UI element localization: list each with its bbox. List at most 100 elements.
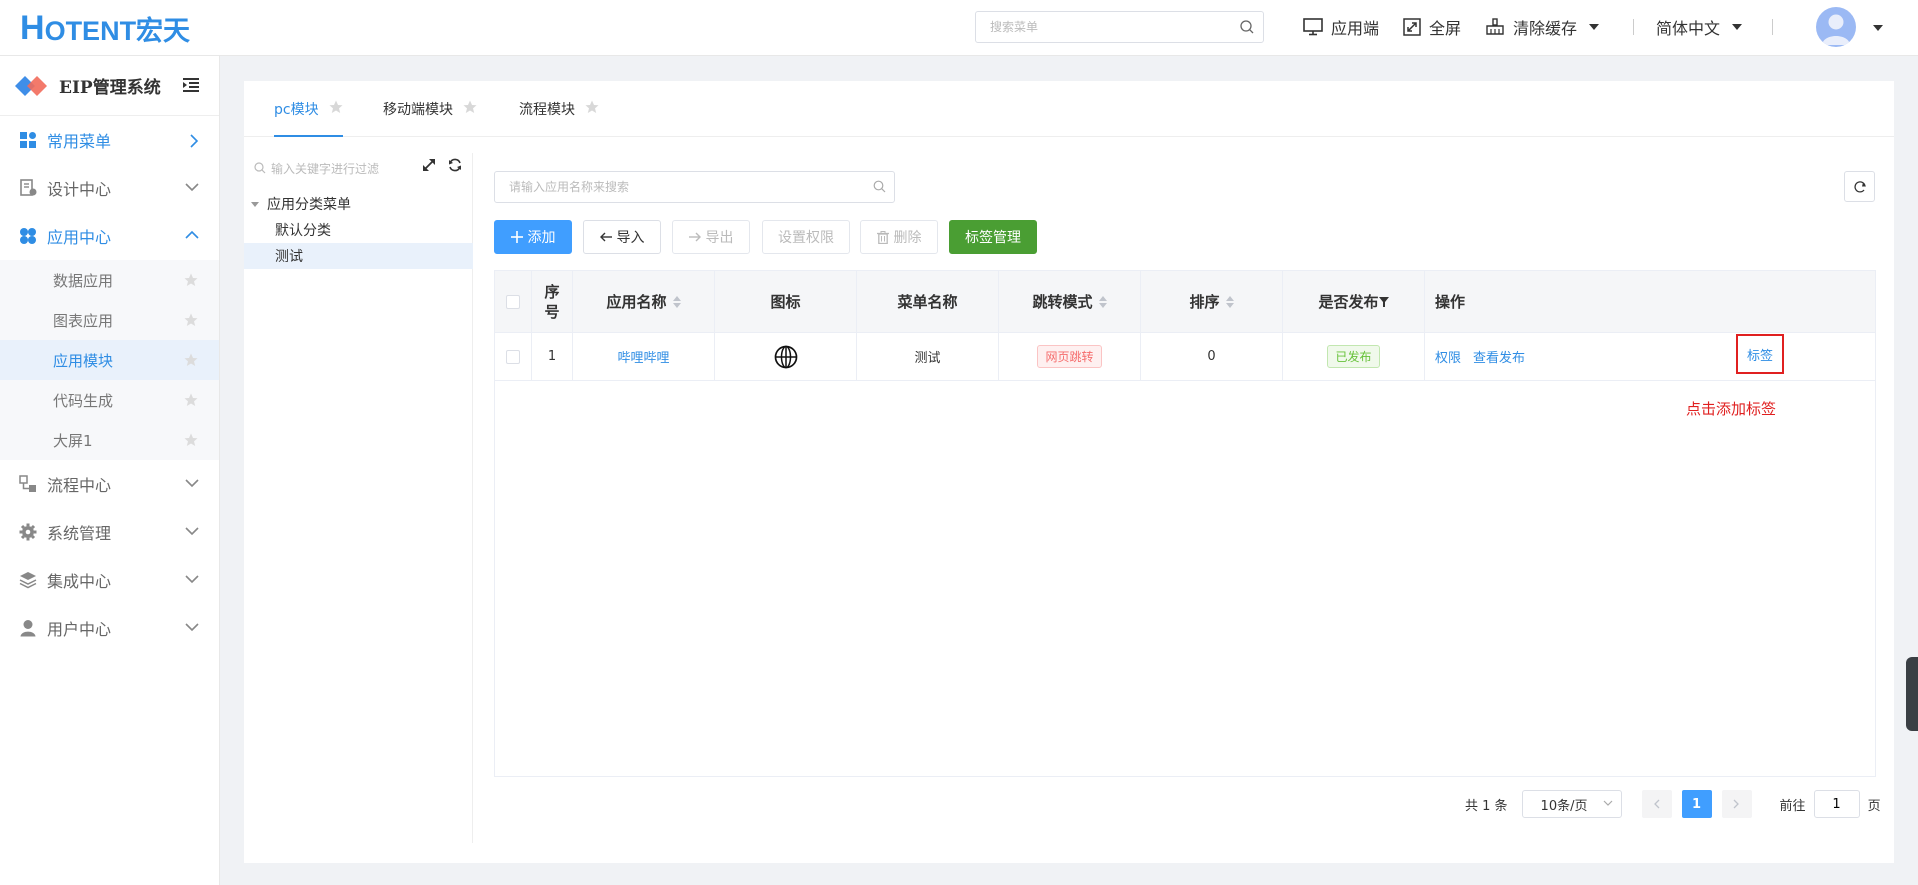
tree-filter-placeholder: 输入关键字进行过滤 — [271, 161, 380, 176]
page-1-button[interactable]: 1 — [1681, 790, 1712, 818]
app-search-input[interactable] — [495, 172, 845, 202]
side-widget-handle[interactable] — [1906, 657, 1918, 731]
menu-flow-label: 流程中心 — [47, 476, 112, 495]
menu-fold-icon[interactable] — [183, 78, 199, 92]
tab-flow-module[interactable]: 流程模块 — [519, 99, 599, 137]
next-page-button[interactable] — [1721, 790, 1752, 818]
menu-user-center[interactable]: 用户中心 — [0, 604, 219, 652]
sub-item-label: 大屏1 — [53, 431, 93, 450]
logo-text: OTENT宏天 — [44, 15, 191, 46]
filter-icon[interactable] — [1378, 296, 1389, 307]
select-all-checkbox[interactable] — [506, 294, 520, 309]
sort-icon[interactable] — [1225, 295, 1234, 308]
caret-down-icon[interactable] — [1873, 25, 1883, 31]
clear-cache-label: 清除缓存 — [1513, 19, 1578, 38]
header-published-label: 是否发布 — [1318, 293, 1379, 311]
sub-item-label: 代码生成 — [53, 391, 114, 410]
tree-node-test[interactable]: 测试 — [244, 243, 473, 269]
language-selector[interactable]: 简体中文 — [1656, 15, 1743, 39]
tree-node-root[interactable]: 应用分类菜单 — [244, 191, 473, 217]
table-row: 1 哔哩哔哩 测试 网页跳转 0 已发布 权限 查看发布 — [495, 333, 1875, 381]
apps-icon — [20, 228, 36, 244]
app-name-link[interactable]: 哔哩哔哩 — [617, 347, 669, 366]
menu-app-center[interactable]: 应用中心 — [0, 212, 219, 260]
delete-button[interactable]: 删除 — [860, 220, 938, 254]
permission-link[interactable]: 权限 — [1435, 347, 1461, 366]
sort-icon[interactable] — [1098, 295, 1107, 308]
star-icon[interactable] — [184, 273, 198, 287]
add-button[interactable]: 添加 — [494, 220, 572, 254]
refresh-icon[interactable] — [448, 158, 462, 172]
search-icon[interactable] — [1239, 19, 1255, 35]
expand-icon[interactable] — [422, 158, 436, 172]
tab-label: 流程模块 — [519, 102, 575, 118]
tree-node-label: 应用分类菜单 — [267, 197, 351, 213]
tag-management-button[interactable]: 标签管理 — [949, 220, 1037, 254]
tab-mobile-module[interactable]: 移动端模块 — [383, 99, 477, 137]
sub-item-app-module[interactable]: 应用模块 — [0, 340, 219, 380]
menu-search-input[interactable] — [976, 12, 1216, 42]
goto-page-input[interactable] — [1813, 790, 1860, 818]
export-button[interactable]: 导出 — [672, 220, 750, 254]
trash-icon — [876, 230, 889, 244]
tree-filter-box[interactable]: 输入关键字进行过滤 — [254, 157, 414, 179]
sort-icon[interactable] — [672, 295, 681, 308]
chevron-down-icon — [185, 575, 199, 584]
star-icon[interactable] — [184, 433, 198, 447]
user-avatar[interactable] — [1816, 7, 1856, 47]
refresh-button[interactable] — [1844, 171, 1875, 202]
set-permission-button[interactable]: 设置权限 — [762, 220, 850, 254]
tree-node-default[interactable]: 默认分类 — [244, 217, 473, 243]
header-jump-mode[interactable]: 跳转模式 — [999, 271, 1141, 332]
view-publish-link[interactable]: 查看发布 — [1473, 347, 1525, 366]
tag-link[interactable]: 标签 — [1747, 345, 1773, 364]
menu-design-label: 设计中心 — [47, 180, 112, 199]
category-tree: 输入关键字进行过滤 应用分类菜单 默认分类 测试 — [244, 153, 473, 843]
row-checkbox[interactable] — [506, 349, 520, 364]
hotent-logo[interactable]: H OTENT宏天 — [20, 8, 190, 48]
star-icon[interactable] — [329, 100, 343, 114]
caret-down-icon[interactable] — [251, 201, 259, 207]
app-client-button[interactable]: 应用端 — [1303, 15, 1379, 39]
sub-item-chart-app[interactable]: 图表应用 — [0, 300, 219, 340]
language-label: 简体中文 — [1656, 19, 1721, 38]
eip-logo-icon — [15, 75, 47, 96]
search-icon[interactable] — [873, 180, 886, 193]
annotation-text: 点击添加标签 — [1686, 400, 1777, 418]
fullscreen-button[interactable]: 全屏 — [1403, 15, 1461, 39]
plus-icon — [510, 231, 523, 243]
menu-integration-center[interactable]: 集成中心 — [0, 556, 219, 604]
clear-cache-button[interactable]: 清除缓存 — [1485, 15, 1600, 39]
page-size-select[interactable]: 10条/页 — [1521, 790, 1622, 818]
app-client-label: 应用端 — [1331, 19, 1380, 38]
header-app-name[interactable]: 应用名称 — [573, 271, 715, 332]
menu-system-management[interactable]: 系统管理 — [0, 508, 219, 556]
prev-page-button[interactable] — [1641, 790, 1672, 818]
grid-icon — [20, 132, 36, 148]
star-icon[interactable] — [184, 313, 198, 327]
row-ops-cell: 权限 查看发布 — [1425, 333, 1875, 380]
import-button[interactable]: 导入 — [583, 220, 661, 254]
sub-item-big-screen[interactable]: 大屏1 — [0, 420, 219, 460]
menu-flow-center[interactable]: 流程中心 — [0, 460, 219, 508]
row-published-cell: 已发布 — [1283, 333, 1425, 380]
star-icon[interactable] — [184, 353, 198, 367]
globe-icon — [774, 345, 797, 368]
sub-item-data-app[interactable]: 数据应用 — [0, 260, 219, 300]
tag-link-highlight[interactable]: 标签 — [1736, 334, 1784, 374]
tab-pc-module[interactable]: pc模块 — [274, 99, 343, 137]
star-icon[interactable] — [463, 100, 477, 114]
header-jump-mode-label: 跳转模式 — [1032, 293, 1093, 311]
menu-design-center[interactable]: 设计中心 — [0, 164, 219, 212]
star-icon[interactable] — [585, 100, 599, 114]
sub-item-code-gen[interactable]: 代码生成 — [0, 380, 219, 420]
app-center-submenu: 数据应用 图表应用 应用模块 代码生成 大屏1 — [0, 260, 219, 460]
star-icon[interactable] — [184, 393, 198, 407]
menu-common[interactable]: 常用菜单 — [0, 116, 219, 164]
header-app-name-label: 应用名称 — [606, 293, 667, 311]
header-actions: 应用端 全屏 清除缓存 简体中文 — [1303, 14, 1795, 40]
menu-system-label: 系统管理 — [47, 524, 112, 543]
header-sort[interactable]: 排序 — [1141, 271, 1283, 332]
caret-down-icon[interactable] — [1589, 24, 1600, 30]
header-published[interactable]: 是否发布 — [1283, 271, 1425, 332]
